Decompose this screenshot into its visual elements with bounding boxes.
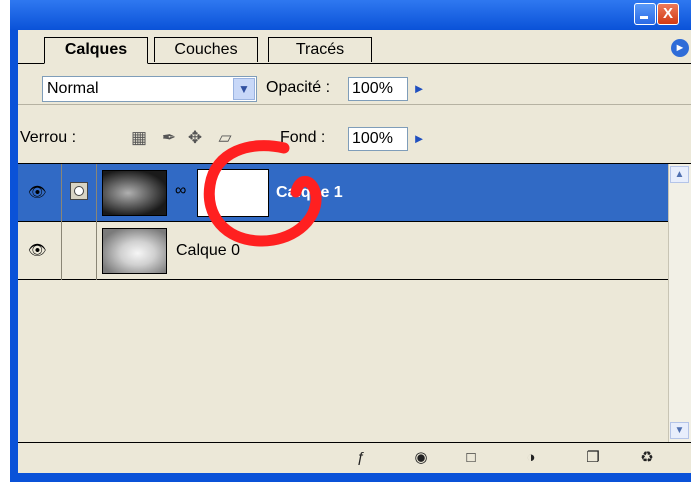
tab-calques[interactable]: Calques bbox=[44, 37, 148, 64]
lock-label: Verrou : bbox=[20, 129, 77, 146]
opacity-label: Opacité : bbox=[266, 79, 331, 96]
scroll-up-icon[interactable]: ▲ bbox=[670, 166, 689, 183]
lock-transparency-icon[interactable]: ▦ bbox=[128, 127, 150, 149]
close-icon: X bbox=[662, 5, 673, 22]
add-mask-icon[interactable]: ◉ bbox=[410, 448, 432, 468]
window-bottom-border bbox=[18, 473, 691, 482]
fill-arrow-icon[interactable]: ► bbox=[411, 128, 427, 150]
layer-name[interactable]: Calque 0 bbox=[176, 240, 240, 262]
tab-strip: Calques Couches Tracés ► bbox=[18, 30, 691, 64]
opacity-input[interactable]: 100% bbox=[348, 77, 408, 101]
close-button[interactable]: X bbox=[657, 3, 679, 25]
adjustment-layer-icon[interactable]: ◑ bbox=[520, 448, 542, 468]
mask-icon bbox=[70, 182, 88, 200]
lock-row: Verrou : ▦ ✒ ✥ ▱ Fond : 100% ► bbox=[18, 105, 691, 164]
fill-input[interactable]: 100% bbox=[348, 127, 408, 151]
trash-icon[interactable]: ♻ bbox=[636, 448, 658, 468]
eye-icon[interactable]: 👁 bbox=[28, 184, 47, 202]
layer-style-fx-icon[interactable]: ƒ bbox=[350, 448, 372, 468]
layer-thumbnail[interactable] bbox=[102, 170, 167, 216]
opacity-arrow-icon[interactable]: ► bbox=[411, 78, 427, 100]
layers-panel: Calques Couches Tracés ► Normal ▼ Opacit… bbox=[18, 30, 691, 473]
blend-mode-value: Normal bbox=[47, 80, 99, 97]
new-layer-icon[interactable]: ❐ bbox=[582, 448, 604, 468]
visibility-toggle[interactable]: 👁 bbox=[18, 164, 62, 222]
title-bar[interactable]: X bbox=[10, 0, 691, 30]
visibility-toggle[interactable]: 👁 bbox=[18, 222, 62, 280]
layers-list: 👁 ∞ Calque 1 👁 Calque 0 bbox=[18, 164, 668, 442]
layer-name[interactable]: Calque 1 bbox=[276, 182, 343, 204]
layer-row-calque-1[interactable]: 👁 ∞ Calque 1 bbox=[18, 164, 668, 222]
tab-couches[interactable]: Couches bbox=[154, 37, 258, 62]
eye-icon[interactable]: 👁 bbox=[28, 242, 47, 260]
palette-window: X Calques Couches Tracés ► Normal ▼ Opac… bbox=[10, 0, 691, 482]
vertical-scrollbar[interactable]: ▲ ▼ bbox=[668, 164, 691, 442]
chevron-down-icon[interactable]: ▼ bbox=[233, 78, 255, 100]
lock-all-padlock-icon[interactable]: ▱ bbox=[214, 127, 236, 149]
fill-label: Fond : bbox=[280, 129, 326, 146]
panel-menu-icon[interactable]: ► bbox=[671, 39, 689, 57]
scroll-down-icon[interactable]: ▼ bbox=[670, 422, 689, 439]
blend-mode-select[interactable]: Normal ▼ bbox=[42, 76, 257, 102]
layer-thumbnail[interactable] bbox=[102, 228, 167, 274]
new-group-folder-icon[interactable]: □ bbox=[460, 448, 482, 468]
link-cell[interactable] bbox=[62, 222, 97, 280]
minimize-icon[interactable] bbox=[634, 3, 656, 25]
tab-traces[interactable]: Tracés bbox=[268, 37, 372, 62]
bottom-toolbar: ƒ ◉ □ ◑ ❐ ♻ bbox=[18, 442, 691, 473]
lock-pixels-brush-icon[interactable]: ✒ bbox=[158, 127, 180, 149]
blend-row: Normal ▼ Opacité : 100% ► bbox=[18, 64, 691, 105]
lock-position-move-icon[interactable]: ✥ bbox=[184, 127, 206, 149]
layer-mask-thumbnail[interactable] bbox=[197, 169, 269, 217]
mask-edit-cell[interactable] bbox=[62, 164, 97, 222]
chain-link-icon[interactable]: ∞ bbox=[175, 182, 186, 200]
layer-row-calque-0[interactable]: 👁 Calque 0 bbox=[18, 222, 668, 280]
